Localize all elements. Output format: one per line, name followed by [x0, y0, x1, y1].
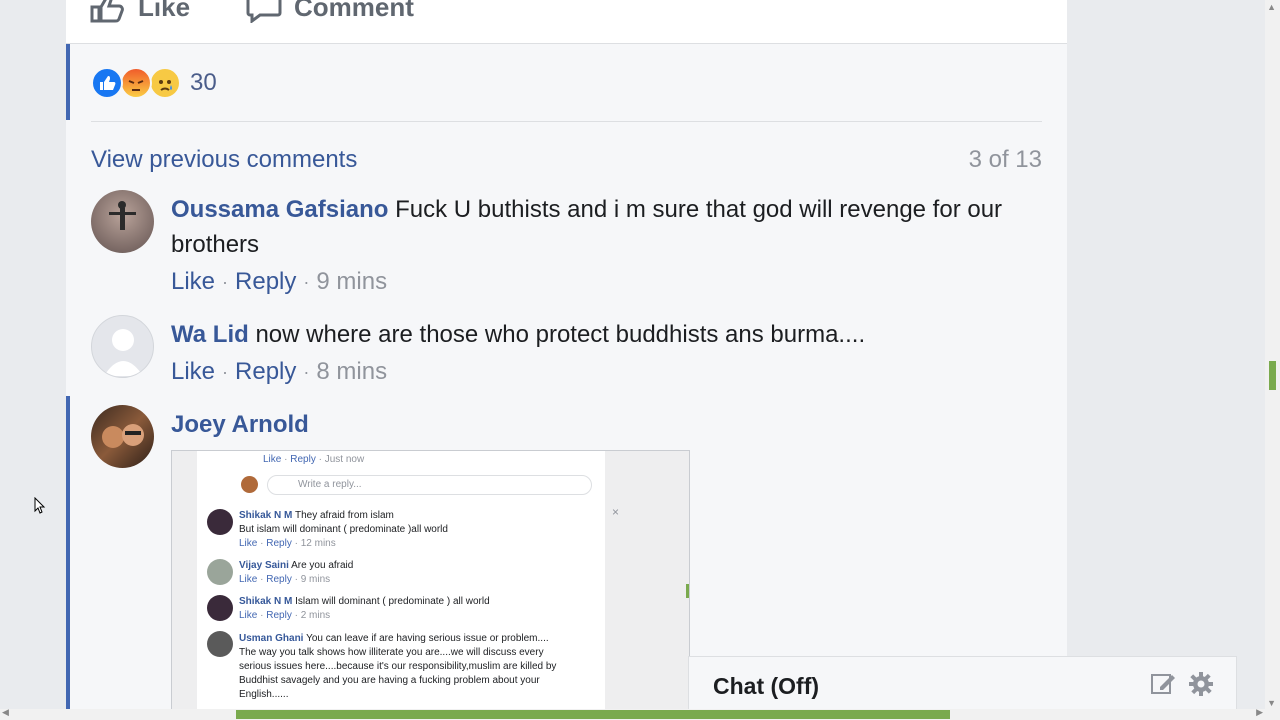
reactions-summary[interactable]: 30 [91, 67, 217, 99]
comment-actions: Like · Reply · 9 mins [171, 268, 387, 296]
avatar-placeholder[interactable] [91, 315, 154, 378]
embedded-avatar [207, 559, 233, 585]
separator-dot: · [222, 271, 229, 292]
comment-author-link[interactable]: Joey Arnold [171, 411, 309, 438]
scrollbar-thumb[interactable] [1269, 361, 1276, 390]
like-button-label: Like [138, 0, 191, 22]
scroll-up-arrow-icon[interactable]: ▲ [1267, 2, 1276, 12]
reaction-count: 30 [190, 69, 217, 96]
embedded-like: Like [263, 454, 282, 465]
thumbs-up-icon [90, 0, 124, 22]
compose-icon[interactable] [1150, 671, 1176, 697]
separator-dot: · [303, 271, 310, 292]
post-card: Like Comment 30 View previous comments 3… [66, 0, 1067, 720]
post-action-bar: Like Comment [66, 0, 1067, 44]
comment-body: Wa Lid now where are those who protect b… [171, 317, 1031, 352]
embedded-scroll-marker [686, 584, 689, 598]
comment-author-link[interactable]: Oussama Gafsiano [171, 196, 388, 223]
scroll-right-arrow-icon[interactable]: ▶ [1256, 707, 1263, 718]
comment-like-link[interactable]: Like [171, 268, 215, 296]
mouse-cursor-icon [34, 497, 46, 514]
comment-author-link[interactable]: Wa Lid [171, 321, 249, 348]
embedded-avatar [207, 509, 233, 535]
comment-reply-link[interactable]: Reply [235, 358, 296, 386]
embedded-close-icon: × [612, 505, 620, 519]
comment-bubble-icon [246, 0, 282, 23]
scroll-down-arrow-icon[interactable]: ▼ [1267, 698, 1276, 708]
angry-reaction-icon [120, 67, 152, 99]
embedded-comment: Shikak N M Islam will dominant ( predomi… [239, 596, 490, 621]
embedded-time: Just now [324, 454, 365, 465]
chat-icons [1150, 671, 1214, 697]
gear-icon[interactable] [1188, 671, 1214, 697]
divider [91, 121, 1042, 122]
attached-screenshot-image[interactable]: Like · Reply · Just now Write a reply...… [171, 450, 690, 720]
separator-dot: · [303, 361, 310, 382]
embedded-reply-placeholder: Write a reply... [298, 479, 362, 490]
embedded-avatar [207, 595, 233, 621]
comment-text: now where are those who protect buddhist… [255, 321, 866, 348]
highlight-bar [66, 44, 70, 120]
highlight-bar [66, 396, 70, 710]
embedded-actions: Like · Reply · Just now [263, 454, 365, 465]
comment-actions: Like · Reply · 8 mins [171, 358, 387, 386]
embedded-comment: Vijay Saini Are you afraid Like · Reply … [239, 560, 354, 585]
like-button[interactable]: Like [90, 0, 190, 23]
comment-like-link[interactable]: Like [171, 358, 215, 386]
vertical-scrollbar[interactable]: ▲ ▼ [1265, 0, 1280, 720]
comment-button-label: Comment [294, 0, 414, 22]
comment-page-count: 3 of 13 [968, 146, 1042, 173]
sad-reaction-icon [149, 67, 181, 99]
comment-timestamp[interactable]: 9 mins [316, 268, 387, 296]
embedded-comment: Shikak N M They afraid from islam But is… [239, 510, 448, 549]
view-previous-comments-link[interactable]: View previous comments [91, 146, 357, 174]
embedded-reply: Reply [290, 454, 316, 465]
avatar[interactable] [91, 190, 154, 253]
comment-body: Oussama Gafsiano Fuck U buthists and i m… [171, 192, 1031, 262]
horizontal-scrollbar[interactable]: ◀ ▶ [0, 707, 1265, 720]
avatar[interactable] [91, 405, 154, 468]
scrollbar-thumb[interactable] [236, 710, 950, 719]
comment-reply-link[interactable]: Reply [235, 268, 296, 296]
separator-dot: · [222, 361, 229, 382]
embedded-reply-box: Write a reply... [267, 475, 592, 495]
embedded-avatar [207, 631, 233, 657]
embedded-comment-thread: Like · Reply · Just now Write a reply...… [197, 451, 619, 719]
like-reaction-icon [91, 67, 123, 99]
embedded-comment: Usman Ghani You can leave if are having … [239, 633, 557, 700]
chat-title[interactable]: Chat (Off) [713, 673, 819, 700]
embedded-avatar [241, 476, 258, 493]
comment-timestamp[interactable]: 8 mins [316, 358, 387, 386]
comment-button[interactable]: Comment [246, 0, 414, 23]
comment-body: Joey Arnold [171, 407, 1031, 442]
scroll-left-arrow-icon[interactable]: ◀ [2, 707, 9, 718]
